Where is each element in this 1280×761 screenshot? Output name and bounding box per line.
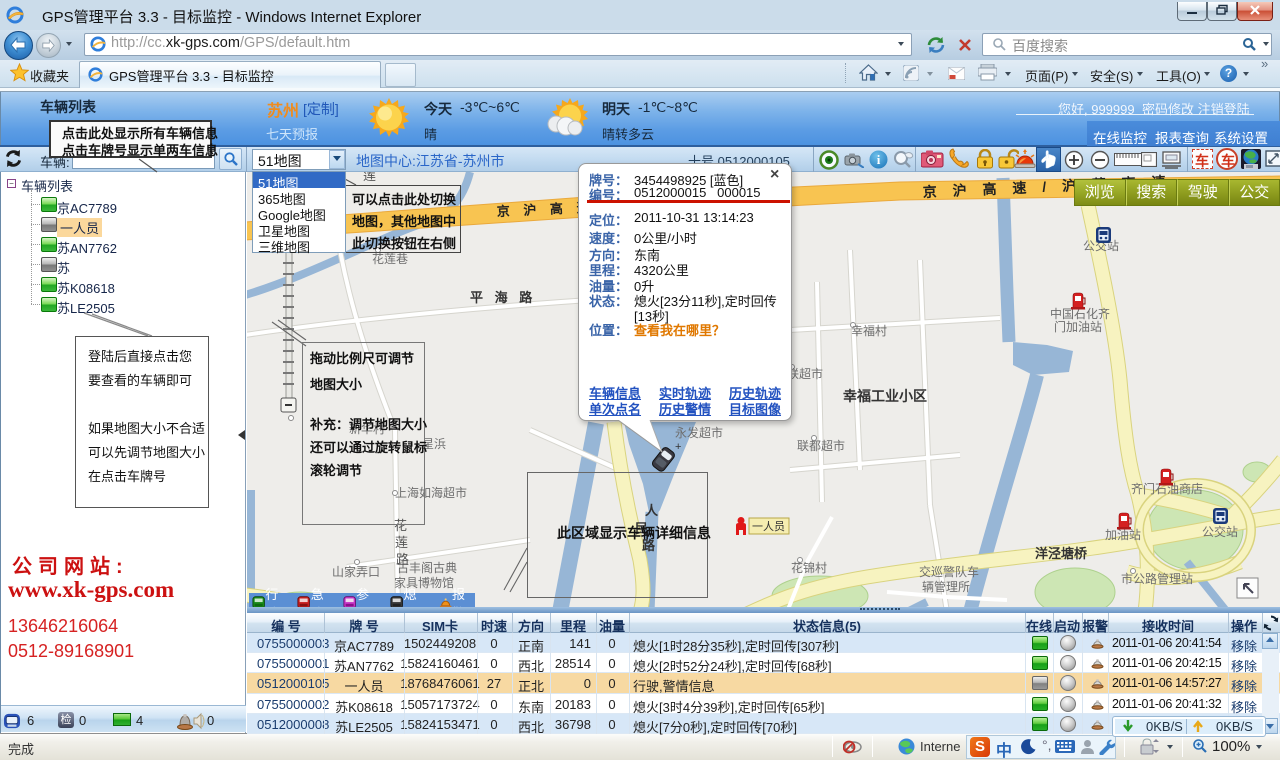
svg-text:永发超市: 永发超市 bbox=[675, 425, 723, 440]
svg-text:公交站: 公交站 bbox=[1202, 524, 1238, 539]
svg-text:交巡警队车: 交巡警队车 bbox=[919, 564, 979, 579]
svg-text:莲: 莲 bbox=[363, 172, 376, 183]
svg-text:路: 路 bbox=[396, 552, 409, 567]
svg-text:花锦村: 花锦村 bbox=[791, 560, 827, 575]
svg-text:门加油站: 门加油站 bbox=[1054, 319, 1102, 334]
svg-text:市公路管理站: 市公路管理站 bbox=[1121, 571, 1193, 586]
svg-text:幸福村: 幸福村 bbox=[851, 323, 887, 338]
svg-text:莲: 莲 bbox=[395, 535, 408, 550]
svg-text:幸福工业小区: 幸福工业小区 bbox=[843, 388, 927, 404]
svg-text:花莲巷: 花莲巷 bbox=[372, 251, 408, 266]
svg-text:一人员: 一人员 bbox=[752, 520, 785, 533]
svg-text:山家弄口: 山家弄口 bbox=[332, 564, 380, 579]
svg-text:辆管理所: 辆管理所 bbox=[922, 579, 970, 594]
svg-text:洋泾塘桥: 洋泾塘桥 bbox=[1035, 546, 1088, 561]
svg-text:+: + bbox=[675, 441, 681, 453]
svg-text:加油站: 加油站 bbox=[1105, 528, 1141, 542]
svg-text:联都超市: 联都超市 bbox=[797, 438, 845, 453]
svg-text:平 海 路: 平 海 路 bbox=[470, 290, 536, 305]
svg-text:i: i bbox=[877, 152, 881, 167]
